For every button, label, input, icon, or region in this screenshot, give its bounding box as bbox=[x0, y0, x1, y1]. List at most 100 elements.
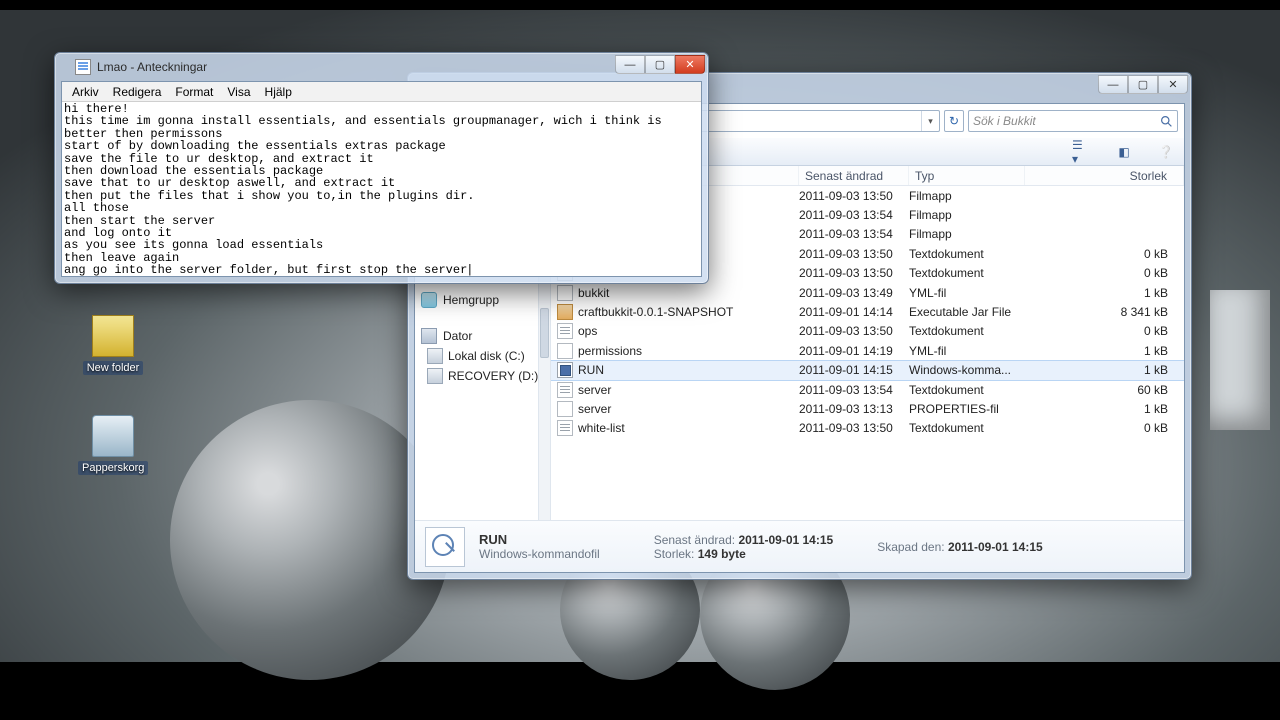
file-row[interactable]: server2011-09-03 13:54Textdokument60 kB bbox=[551, 380, 1184, 399]
notepad-textarea[interactable]: hi there! this time im gonna install ess… bbox=[62, 102, 701, 276]
col-date[interactable]: Senast ändrad bbox=[799, 166, 909, 185]
file-row[interactable]: bukkit 2011-09-03 13:49YML-fil1 kB bbox=[551, 283, 1184, 302]
details-kind: Windows-kommandofil bbox=[479, 547, 600, 561]
minimize-button[interactable]: — bbox=[615, 55, 645, 74]
details-name: RUN bbox=[479, 532, 507, 547]
recycle-bin-icon bbox=[92, 415, 134, 457]
view-options-button[interactable]: ☰ ▾ bbox=[1072, 142, 1092, 162]
disk-icon bbox=[427, 368, 443, 384]
file-icon bbox=[557, 285, 573, 301]
details-size-label: Storlek: bbox=[654, 547, 695, 561]
help-button[interactable]: ❔ bbox=[1156, 142, 1176, 162]
details-thumbnail bbox=[425, 527, 465, 567]
file-type: Textdokument bbox=[909, 247, 1025, 261]
file-icon bbox=[557, 304, 573, 320]
col-size[interactable]: Storlek bbox=[1025, 166, 1184, 185]
disk-icon bbox=[427, 348, 443, 364]
file-row[interactable]: RUN2011-09-01 14:15Windows-komma...1 kB bbox=[551, 361, 1184, 380]
file-icon bbox=[557, 323, 573, 339]
file-date: 2011-09-01 14:14 bbox=[799, 305, 909, 319]
file-type: Windows-komma... bbox=[909, 363, 1025, 377]
file-row[interactable]: craftbukkit-0.0.1-SNAPSHOT 2011-09-01 14:… bbox=[551, 302, 1184, 321]
file-row[interactable]: permissions2011-09-01 14:19YML-fil1 kB bbox=[551, 341, 1184, 360]
details-created-label: Skapad den: bbox=[877, 540, 944, 554]
nav-computer[interactable]: Dator bbox=[415, 322, 550, 346]
desktop-icon-label: Papperskorg bbox=[78, 461, 148, 475]
close-button[interactable]: ✕ bbox=[675, 55, 705, 74]
nav-homegroup[interactable]: Hemgrupp bbox=[415, 286, 550, 310]
file-name: white-list bbox=[578, 421, 625, 435]
file-type: YML-fil bbox=[909, 344, 1025, 358]
menu-help[interactable]: Hjälp bbox=[259, 83, 298, 101]
file-size: 0 kB bbox=[1025, 421, 1184, 435]
desktop-icon-recycle-bin[interactable]: Papperskorg bbox=[78, 415, 148, 475]
notepad-titlebar[interactable]: Lmao - Anteckningar bbox=[75, 57, 700, 77]
file-name: bukkit bbox=[578, 286, 609, 300]
file-date: 2011-09-03 13:13 bbox=[799, 402, 909, 416]
window-controls: — ▢ ✕ bbox=[1098, 75, 1188, 94]
file-date: 2011-09-03 13:54 bbox=[799, 208, 909, 222]
details-modified-label: Senast ändrad: bbox=[654, 533, 735, 547]
chevron-down-icon[interactable]: ▾ bbox=[921, 111, 939, 131]
file-name: RUN bbox=[578, 363, 604, 377]
bg-block bbox=[1210, 290, 1270, 430]
file-date: 2011-09-03 13:54 bbox=[799, 227, 909, 241]
search-icon bbox=[1160, 115, 1173, 128]
file-name: server bbox=[578, 383, 611, 397]
file-icon bbox=[557, 420, 573, 436]
computer-icon bbox=[421, 328, 437, 344]
maximize-button[interactable]: ▢ bbox=[645, 55, 675, 74]
file-date: 2011-09-03 13:50 bbox=[799, 324, 909, 338]
notepad-menubar[interactable]: Arkiv Redigera Format Visa Hjälp bbox=[62, 82, 701, 102]
menu-format[interactable]: Format bbox=[169, 83, 219, 101]
menu-file[interactable]: Arkiv bbox=[66, 83, 105, 101]
file-size: 0 kB bbox=[1025, 324, 1184, 338]
file-size: 1 kB bbox=[1025, 286, 1184, 300]
notepad-icon bbox=[75, 59, 91, 75]
file-size: 60 kB bbox=[1025, 383, 1184, 397]
minimize-button[interactable]: — bbox=[1098, 75, 1128, 94]
file-row[interactable]: ops2011-09-03 13:50Textdokument0 kB bbox=[551, 322, 1184, 341]
file-icon bbox=[557, 362, 573, 378]
menu-view[interactable]: Visa bbox=[221, 83, 256, 101]
file-date: 2011-09-01 14:15 bbox=[799, 363, 909, 377]
file-icon bbox=[557, 401, 573, 417]
preview-pane-button[interactable]: ◧ bbox=[1114, 142, 1134, 162]
file-date: 2011-09-03 13:50 bbox=[799, 421, 909, 435]
notepad-window[interactable]: Lmao - Anteckningar — ▢ ✕ Arkiv Redigera… bbox=[54, 52, 709, 284]
nav-item-disk-c[interactable]: Lokal disk (C:) bbox=[415, 346, 550, 366]
window-controls: — ▢ ✕ bbox=[615, 55, 705, 74]
file-name: craftbukkit-0.0.1-SNAPSHOT bbox=[578, 305, 733, 319]
details-modified: 2011-09-01 14:15 bbox=[738, 533, 833, 547]
file-size: 1 kB bbox=[1025, 402, 1184, 416]
file-row[interactable]: server2011-09-03 13:13PROPERTIES-fil1 kB bbox=[551, 399, 1184, 418]
file-type: Textdokument bbox=[909, 421, 1025, 435]
file-date: 2011-09-03 13:54 bbox=[799, 383, 909, 397]
maximize-button[interactable]: ▢ bbox=[1128, 75, 1158, 94]
folder-icon bbox=[92, 315, 134, 357]
file-date: 2011-09-01 14:19 bbox=[799, 344, 909, 358]
search-placeholder: Sök i Bukkit bbox=[973, 114, 1036, 128]
letterbox-top bbox=[0, 0, 1280, 10]
file-name: permissions bbox=[578, 344, 642, 358]
refresh-button[interactable]: ↻ bbox=[944, 110, 964, 132]
file-size: 0 kB bbox=[1025, 247, 1184, 261]
search-input[interactable]: Sök i Bukkit bbox=[968, 110, 1178, 132]
file-type: YML-fil bbox=[909, 286, 1025, 300]
file-date: 2011-09-03 13:49 bbox=[799, 286, 909, 300]
details-created: 2011-09-01 14:15 bbox=[948, 540, 1043, 554]
file-name: ops bbox=[578, 324, 597, 338]
details-main: RUN Windows-kommandofil bbox=[479, 532, 600, 561]
nav-item-disk-d[interactable]: RECOVERY (D:) bbox=[415, 366, 550, 386]
file-date: 2011-09-03 13:50 bbox=[799, 189, 909, 203]
menu-edit[interactable]: Redigera bbox=[107, 83, 168, 101]
col-type[interactable]: Typ bbox=[909, 166, 1025, 185]
file-date: 2011-09-03 13:50 bbox=[799, 266, 909, 280]
notepad-title: Lmao - Anteckningar bbox=[97, 60, 207, 74]
notepad-client: Arkiv Redigera Format Visa Hjälp hi ther… bbox=[61, 81, 702, 277]
desktop-icon-new-folder[interactable]: New folder bbox=[78, 315, 148, 375]
file-row[interactable]: white-list 2011-09-03 13:50Textdokument0 … bbox=[551, 419, 1184, 438]
file-icon bbox=[557, 343, 573, 359]
scrollbar-thumb[interactable] bbox=[540, 308, 549, 358]
close-button[interactable]: ✕ bbox=[1158, 75, 1188, 94]
